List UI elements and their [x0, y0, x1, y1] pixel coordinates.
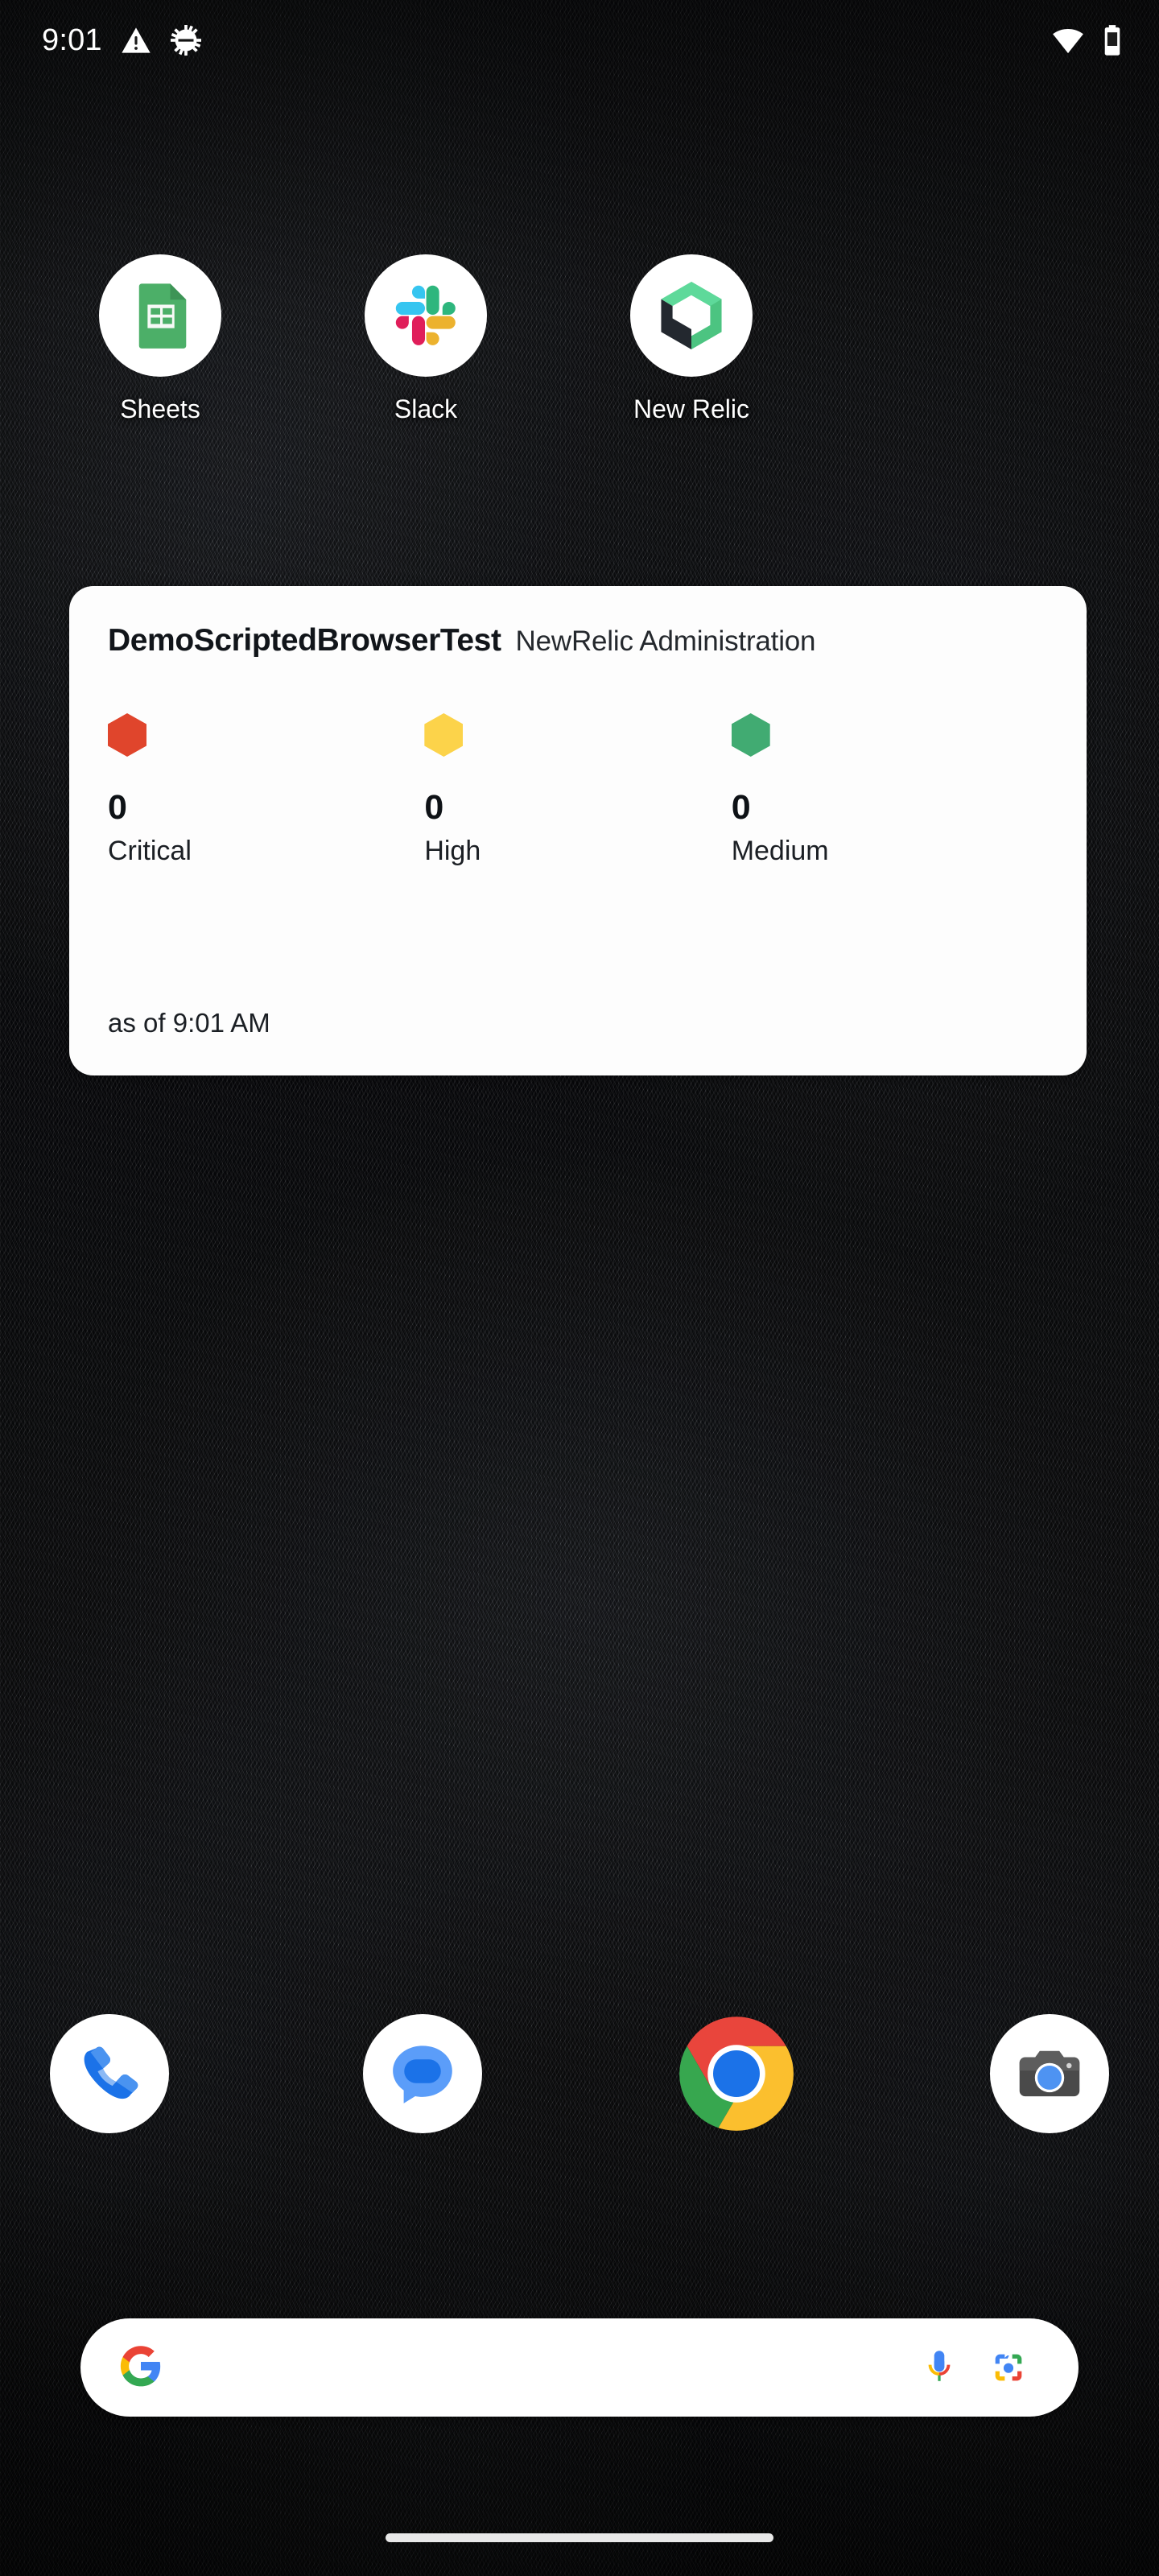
widget-title: DemoScriptedBrowserTest — [108, 623, 501, 658]
widget-header: DemoScriptedBrowserTest NewRelic Adminis… — [108, 623, 1048, 658]
metric-label-critical: Critical — [108, 836, 192, 866]
metric-value-medium: 0 — [731, 788, 751, 827]
status-bar: 9:01 — [0, 0, 1159, 80]
warning-triangle-icon — [122, 27, 151, 53]
hexagon-high-icon — [424, 713, 464, 757]
wifi-icon — [1053, 29, 1083, 54]
app-row: Sheets Slack New Relic — [0, 254, 1159, 424]
camera-icon[interactable] — [989, 2014, 1109, 2133]
app-item-slack[interactable]: Slack — [293, 254, 559, 424]
google-search-bar[interactable] — [80, 2318, 1079, 2417]
metric-medium[interactable]: 0 Medium — [731, 713, 1048, 866]
hexagon-critical-icon — [108, 713, 146, 757]
hexagon-medium-icon — [731, 713, 770, 757]
metric-value-critical: 0 — [108, 788, 127, 827]
google-lens-icon[interactable] — [974, 2345, 1043, 2390]
app-label-new-relic: New Relic — [633, 394, 750, 423]
slack-icon[interactable] — [365, 254, 487, 377]
status-bar-clock: 9:01 — [42, 23, 102, 57]
new-relic-icon[interactable] — [630, 254, 753, 377]
google-g-icon — [118, 2343, 164, 2393]
google-sheets-icon[interactable] — [99, 254, 221, 377]
new-relic-widget[interactable]: DemoScriptedBrowserTest NewRelic Adminis… — [69, 586, 1087, 1075]
microphone-icon[interactable] — [905, 2345, 974, 2390]
app-item-new-relic[interactable]: New Relic — [559, 254, 824, 424]
app-label-slack: Slack — [394, 394, 458, 423]
phone-icon[interactable] — [50, 2014, 169, 2133]
status-bar-right — [1051, 23, 1124, 57]
widget-timestamp: as of 9:01 AM — [108, 1008, 270, 1038]
battery-icon — [1104, 25, 1120, 56]
chrome-icon[interactable] — [677, 2014, 796, 2133]
status-bar-left: 9:01 — [42, 24, 202, 56]
metric-high[interactable]: 0 High — [424, 713, 731, 865]
gear-icon — [170, 25, 201, 56]
messages-icon[interactable] — [363, 2014, 483, 2133]
gesture-navigation-pill[interactable] — [386, 2533, 773, 2542]
metric-value-high: 0 — [424, 788, 444, 827]
widget-subtitle: NewRelic Administration — [515, 625, 816, 657]
metric-critical[interactable]: 0 Critical — [108, 713, 424, 865]
metric-label-medium: Medium — [731, 836, 829, 866]
app-item-sheets[interactable]: Sheets — [27, 254, 293, 424]
metric-label-high: High — [424, 836, 481, 866]
dock — [0, 2014, 1159, 2133]
app-label-sheets: Sheets — [120, 394, 200, 423]
search-input[interactable] — [164, 2318, 905, 2417]
widget-metrics: 0 Critical 0 High 0 Medium — [108, 713, 1048, 865]
